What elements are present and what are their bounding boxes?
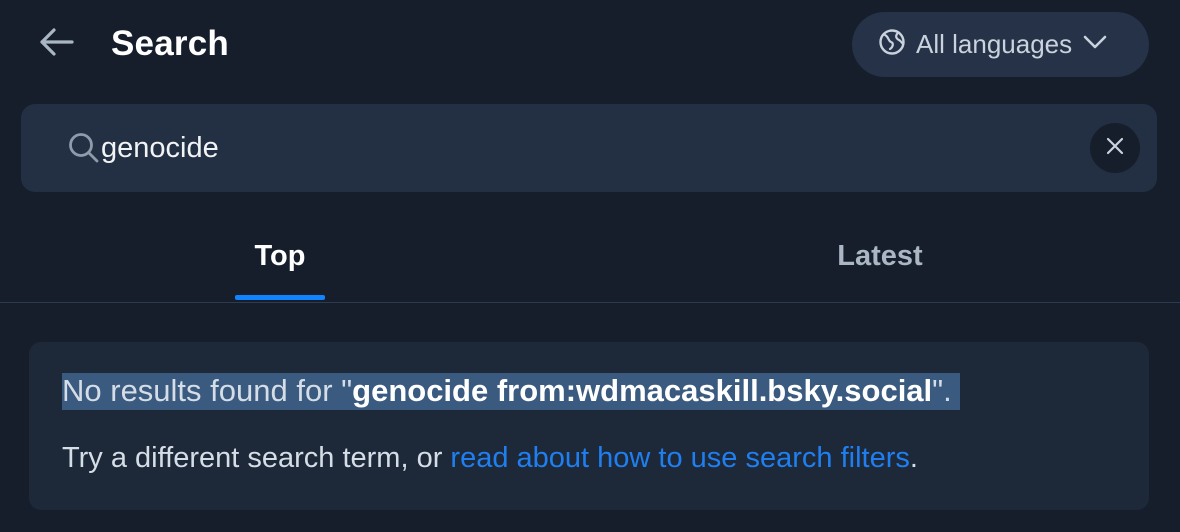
no-results-suffix: ". (932, 373, 952, 408)
no-results-message: No results found for "genocide from:wdma… (62, 372, 961, 410)
search-hint: Try a different search term, or read abo… (62, 440, 918, 476)
active-tab-indicator (235, 295, 325, 300)
back-button[interactable] (30, 22, 82, 66)
tab-latest[interactable]: Latest (820, 222, 940, 302)
globe-icon (878, 28, 906, 61)
search-icon (67, 131, 101, 170)
hint-end: . (909, 442, 918, 474)
language-filter-button[interactable]: All languages (852, 12, 1149, 77)
tab-top-label: Top (254, 240, 306, 272)
search-bar (21, 104, 1157, 192)
results-tabs: Top Latest (0, 222, 1180, 303)
arrow-left-icon (36, 26, 76, 63)
tab-top[interactable]: Top (235, 222, 325, 302)
close-icon (1106, 137, 1124, 160)
search-input[interactable] (101, 124, 1061, 172)
no-results-query: genocide from:wdmacaskill.bsky.social (352, 373, 933, 408)
hint-text: Try a different search term, or (62, 442, 451, 474)
page-title: Search (111, 24, 229, 63)
clear-search-button[interactable] (1090, 123, 1140, 173)
selected-text: No results found for "genocide from:wdma… (62, 373, 961, 410)
search-filters-link[interactable]: read about how to use search filters (450, 442, 909, 474)
language-filter-label: All languages (916, 29, 1073, 59)
no-results-prefix: No results found for " (62, 373, 353, 408)
empty-results-card: No results found for "genocide from:wdma… (29, 342, 1149, 510)
tab-latest-label: Latest (837, 240, 923, 272)
search-page: Search All languages genocide Top Latest… (0, 0, 1180, 532)
chevron-down-icon (1082, 33, 1108, 56)
